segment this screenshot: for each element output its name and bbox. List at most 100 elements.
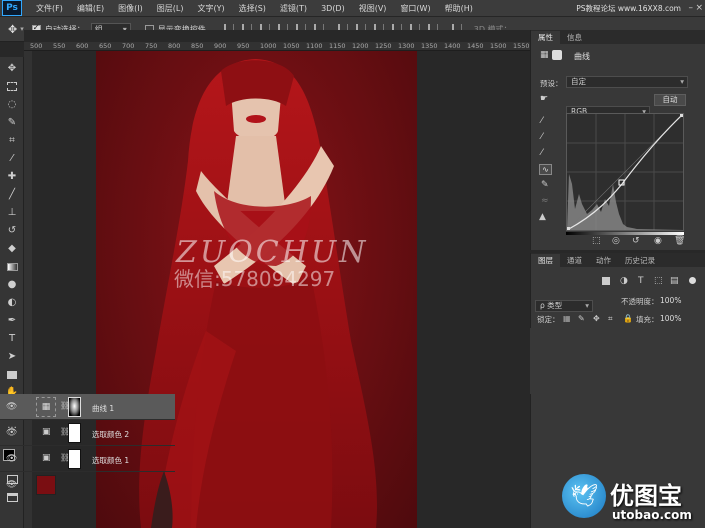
eraser-tool-icon[interactable]: ◆ (4, 241, 20, 256)
layer-mask-thumbnail[interactable] (68, 449, 81, 469)
ruler-tick-label: 1250 (375, 42, 392, 50)
menu-type[interactable]: 文字(Y) (197, 3, 224, 14)
visibility-eye-icon[interactable]: ◉ (654, 236, 662, 246)
bird-logo-icon: 🕊 (562, 474, 606, 518)
chevron-down-icon: ▾ (680, 77, 684, 86)
opacity-label: 不透明度： (621, 297, 659, 306)
preset-value: 自定 (571, 77, 586, 86)
lock-transparent-icon[interactable]: ▦ (563, 314, 571, 323)
opacity-value[interactable]: 100% (660, 296, 681, 305)
target-adjust-icon[interactable]: ☛ (540, 94, 548, 104)
filter-type-icon[interactable]: T (638, 276, 644, 286)
horizontal-ruler: 500 550 600 650 700 750 800 850 900 950 1000 1050 11… (24, 42, 530, 51)
menu-3d[interactable]: 3D(D) (321, 4, 345, 13)
menu-help[interactable]: 帮助(H) (445, 3, 473, 14)
ruler-tick-label: 900 (214, 42, 227, 50)
menu-image[interactable]: 图像(I) (118, 3, 143, 14)
tab-channels[interactable]: 通道 (560, 254, 589, 267)
tab-info[interactable]: 信息 (560, 31, 589, 44)
menu-filter[interactable]: 滤镜(T) (280, 3, 307, 14)
filter-adjustment-icon[interactable]: ◑ (620, 276, 628, 286)
move-tool-icon[interactable]: ✥ (4, 61, 20, 76)
curves-graph[interactable] (566, 113, 684, 231)
curves-graph-svg (566, 113, 684, 231)
eyedropper-tool-icon[interactable]: ⁄ (4, 151, 20, 166)
auto-button[interactable]: 自动 (654, 94, 686, 106)
photoshop-logo: Ps (2, 0, 22, 16)
layer-name: 选取颜色 2 (92, 430, 130, 439)
view-previous-icon[interactable]: ◎ (612, 236, 620, 246)
menu-file[interactable]: 文件(F) (36, 3, 63, 14)
filter-toggle-icon[interactable] (689, 277, 696, 284)
menu-select[interactable]: 选择(S) (239, 3, 266, 14)
move-tool-icon[interactable]: ✥ (8, 23, 17, 36)
menu-bar: Ps 文件(F) 编辑(E) 图像(I) 图层(L) 文字(Y) 选择(S) 滤… (0, 0, 705, 17)
layer-row[interactable]: 👁 ▣ ⛓ 选取颜色 2 (0, 420, 175, 446)
delete-icon[interactable]: 🗑 (674, 236, 685, 246)
ruler-tick-label: 800 (168, 42, 181, 50)
filter-shape-icon[interactable]: ⬚ (654, 276, 663, 286)
clone-stamp-icon[interactable]: ⊥ (4, 205, 20, 220)
layer-filter-dropdown[interactable]: ρ 类型 ▾ (535, 300, 593, 312)
tab-layers[interactable]: 图层 (531, 254, 560, 267)
close-button[interactable]: × (695, 3, 703, 13)
smooth-curve-icon[interactable]: ≈ (541, 196, 549, 206)
visibility-eye-icon[interactable]: 👁 (6, 454, 20, 464)
clip-to-layer-icon[interactable]: ⬚ (592, 236, 601, 246)
marquee-tool-icon[interactable] (4, 79, 20, 94)
tab-actions[interactable]: 动作 (589, 254, 618, 267)
preset-dropdown[interactable]: 自定 ▾ (566, 76, 688, 88)
reset-icon[interactable]: ↺ (632, 236, 640, 246)
history-brush-icon[interactable]: ↺ (4, 223, 20, 238)
curve-point-tool-icon[interactable]: ∿ (539, 164, 552, 175)
brush-tool-icon[interactable]: ╱ (4, 187, 20, 202)
clipping-warning-icon[interactable]: ▲ (539, 212, 546, 222)
ruler-tick-label: 500 (30, 42, 43, 50)
healing-brush-icon[interactable]: ✚ (4, 169, 20, 184)
layer-row[interactable]: 👁 (0, 472, 175, 498)
ruler-tick-label: 850 (191, 42, 204, 50)
layer-mask-thumbnail[interactable] (68, 423, 81, 443)
curves-adjustment-thumb-icon: ▦ (36, 397, 56, 417)
filter-smart-icon[interactable]: ▤ (670, 276, 679, 286)
eyedropper-black-icon[interactable]: ⁄ (541, 116, 543, 126)
path-select-icon[interactable]: ➤ (4, 349, 20, 364)
curves-adjustment-icon: ▦ (540, 50, 549, 60)
lock-position-icon[interactable]: ✥ (593, 314, 600, 323)
layer-mask-thumbnail[interactable] (68, 397, 81, 417)
lasso-tool-icon[interactable]: ◌ (4, 97, 20, 112)
lock-all-icon[interactable]: 🔒 (623, 314, 633, 323)
menu-window[interactable]: 窗口(W) (400, 3, 430, 14)
visibility-eye-icon[interactable]: 👁 (6, 402, 20, 412)
minimize-button[interactable]: – (689, 3, 694, 13)
crop-tool-icon[interactable]: ⌗ (4, 133, 20, 148)
gradient-tool-icon[interactable] (4, 259, 20, 274)
pencil-curve-icon[interactable]: ✎ (541, 180, 549, 190)
lock-artboard-icon[interactable]: ⌗ (608, 314, 613, 324)
layer-row[interactable]: 👁 ▣ ⛓ 选取颜色 1 (0, 446, 175, 472)
dodge-tool-icon[interactable]: ◐ (4, 295, 20, 310)
ruler-tick-label: 1400 (444, 42, 461, 50)
ruler-tick-label: 1150 (329, 42, 346, 50)
layer-row[interactable]: 👁 ▦ ⛓ 曲线 1 (0, 394, 175, 420)
tab-history[interactable]: 历史记录 (618, 254, 662, 267)
fill-value[interactable]: 100% (660, 314, 681, 323)
visibility-eye-icon[interactable]: 👁 (6, 480, 20, 490)
type-tool-icon[interactable]: T (4, 331, 20, 346)
lock-image-icon[interactable]: ✎ (578, 314, 585, 323)
pen-tool-icon[interactable]: ✒ (4, 313, 20, 328)
ruler-tick-label: 600 (76, 42, 89, 50)
ruler-tick-label: 1450 (467, 42, 484, 50)
mask-icon[interactable] (552, 50, 562, 60)
tab-properties[interactable]: 属性 (531, 31, 560, 44)
menu-view[interactable]: 视图(V) (359, 3, 387, 14)
eyedropper-gray-icon[interactable]: ⁄ (541, 132, 543, 142)
eyedropper-white-icon[interactable]: ⁄ (541, 148, 543, 158)
menu-layer[interactable]: 图层(L) (157, 3, 184, 14)
filter-pixel-icon[interactable] (602, 277, 610, 285)
visibility-eye-icon[interactable]: 👁 (6, 428, 20, 438)
blur-tool-icon[interactable]: ● (4, 277, 20, 292)
menu-edit[interactable]: 编辑(E) (77, 3, 104, 14)
quick-select-tool-icon[interactable]: ✎ (4, 115, 20, 130)
rectangle-tool-icon[interactable] (4, 367, 20, 382)
